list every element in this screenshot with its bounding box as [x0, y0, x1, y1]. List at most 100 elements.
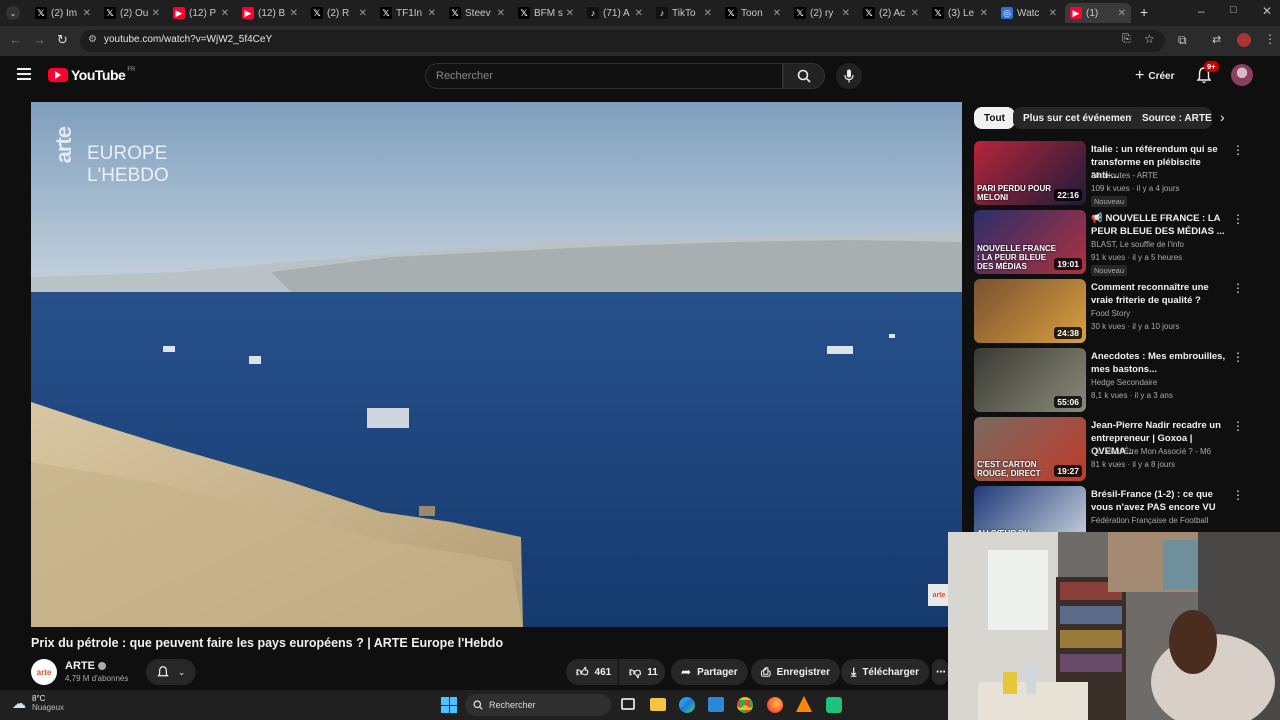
video-thumbnail[interactable]: 24:38 — [974, 279, 1086, 343]
more-actions-button[interactable]: ⋯ — [932, 659, 948, 685]
like-button[interactable]: 👍︎ 461 — [566, 659, 618, 685]
video-thumbnail[interactable]: PARI PERDU POUR MELONI 22:16 — [974, 141, 1086, 205]
guide-menu-icon[interactable] — [17, 68, 31, 80]
browser-tab[interactable]: 𝕏 Steev ✕ — [444, 3, 510, 23]
close-tab-icon[interactable]: ✕ — [1118, 8, 1126, 19]
close-tab-icon[interactable]: ✕ — [152, 8, 160, 19]
browser-tab[interactable]: ♪ TikTo ✕ — [651, 3, 717, 23]
channel-avatar[interactable]: arte — [31, 659, 57, 685]
close-tab-icon[interactable]: ✕ — [773, 8, 781, 19]
install-app-icon[interactable]: ⎘ — [1122, 33, 1131, 46]
youtube-logo[interactable]: YouTube FR — [48, 67, 135, 83]
close-tab-icon[interactable]: ✕ — [83, 8, 91, 19]
recommendation-item[interactable]: 24:38 Comment reconnaître une vraie frite… — [974, 279, 1249, 343]
video-thumbnail[interactable]: C'EST CARTON ROUGE, DIRECT 19:27 — [974, 417, 1086, 481]
search-button[interactable] — [783, 63, 825, 89]
notifications-button[interactable]: 9+ — [1196, 61, 1219, 89]
file-explorer-icon[interactable] — [650, 698, 666, 711]
close-tab-icon[interactable]: ✕ — [635, 8, 643, 19]
store-icon[interactable] — [708, 697, 724, 712]
browser-tab[interactable]: 𝕏 (3) Le ✕ — [927, 3, 993, 23]
chrome-icon[interactable] — [737, 697, 753, 713]
edge-icon[interactable] — [679, 697, 695, 713]
back-icon[interactable]: ← — [9, 32, 22, 47]
recommendation-item[interactable]: 55:06 Anecdotes : Mes embrouilles, mes ba… — [974, 348, 1249, 412]
recommendation-item[interactable]: PARI PERDU POUR MELONI 22:16 Italie : un r… — [974, 141, 1249, 207]
forward-icon[interactable]: → — [33, 32, 46, 47]
recommendation-item[interactable]: C'EST CARTON ROUGE, DIRECT 19:27 Jean-Pier… — [974, 417, 1249, 481]
close-tab-icon[interactable]: ✕ — [980, 8, 988, 19]
browser-tab[interactable]: ▶ (12) B ✕ — [237, 3, 303, 23]
taskbar-search[interactable]: Rechercher — [465, 694, 611, 716]
browser-tab[interactable]: 𝕏 TF1In ✕ — [375, 3, 441, 23]
browser-tab[interactable]: 𝕏 (2) Ac ✕ — [858, 3, 924, 23]
browser-tab[interactable]: 𝕏 (2) R ✕ — [306, 3, 372, 23]
weather-widget[interactable]: ☁ 8°C Nuageux — [12, 694, 64, 712]
more-options-icon[interactable]: ⋮ — [1232, 350, 1244, 364]
more-options-icon[interactable]: ⋮ — [1232, 419, 1244, 433]
more-options-icon[interactable]: ⋮ — [1232, 212, 1244, 226]
close-tab-icon[interactable]: ✕ — [842, 8, 850, 19]
account-avatar[interactable] — [1231, 64, 1253, 86]
browser-tab[interactable]: ◎ Watc ✕ — [996, 3, 1062, 23]
new-tab-button[interactable]: + — [1140, 4, 1148, 20]
tab-search-icon[interactable]: ⇄ — [1212, 33, 1221, 46]
video-player[interactable]: arte EUROPE L'HEBDO arte — [31, 102, 962, 627]
close-window-button[interactable]: ✕ — [1262, 4, 1272, 18]
maximize-button[interactable]: □ — [1230, 4, 1237, 16]
more-options-icon[interactable]: ⋮ — [1232, 281, 1244, 295]
more-options-icon[interactable]: ⋮ — [1232, 143, 1244, 157]
video-title[interactable]: Anecdotes : Mes embrouilles, mes bastons… — [1091, 350, 1226, 376]
chip-more-on-event[interactable]: Plus sur cet événement — [1013, 107, 1145, 129]
video-title[interactable]: Brésil-France (1-2) : ce que vous n'avez… — [1091, 488, 1226, 514]
search-box[interactable]: Rechercher — [425, 63, 783, 89]
site-info-icon[interactable]: ⚙ — [88, 34, 97, 45]
voice-search-button[interactable] — [836, 63, 862, 89]
video-title[interactable]: Comment reconnaître une vraie friterie d… — [1091, 281, 1226, 307]
address-bar[interactable]: ⚙ youtube.com/watch?v=WjW2_5f4CeY ⎘ ☆ — [80, 30, 1165, 52]
bookmark-star-icon[interactable]: ☆ — [1144, 32, 1155, 46]
tab-list-dropdown-icon[interactable]: ⌄ — [6, 6, 20, 20]
dislike-button[interactable]: 👎︎ 11 — [619, 659, 665, 685]
subscription-notifications-button[interactable]: ⌄ — [146, 659, 196, 685]
browser-tab[interactable]: ▶ (12) P ✕ — [168, 3, 234, 23]
share-button[interactable]: ➦ Partager — [671, 659, 748, 685]
chip-all[interactable]: Tout — [974, 107, 1015, 129]
minimize-button[interactable]: – — [1198, 4, 1205, 18]
reload-icon[interactable]: ↻ — [57, 32, 68, 48]
browser-tab[interactable]: ▶ (1) ✕ — [1065, 3, 1131, 23]
profile-avatar[interactable] — [1237, 33, 1251, 47]
close-tab-icon[interactable]: ✕ — [428, 8, 436, 19]
browser-tab[interactable]: ♪ (71) A ✕ — [582, 3, 648, 23]
close-tab-icon[interactable]: ✕ — [221, 8, 229, 19]
create-button[interactable]: + Créer — [1125, 63, 1185, 89]
chevron-right-icon[interactable]: › — [1220, 109, 1225, 125]
close-tab-icon[interactable]: ✕ — [566, 8, 574, 19]
close-tab-icon[interactable]: ✕ — [704, 8, 712, 19]
browser-tab[interactable]: 𝕏 BFM s ✕ — [513, 3, 579, 23]
close-tab-icon[interactable]: ✕ — [497, 8, 505, 19]
close-tab-icon[interactable]: ✕ — [359, 8, 367, 19]
browser-tab[interactable]: 𝕏 Toon ✕ — [720, 3, 786, 23]
close-tab-icon[interactable]: ✕ — [290, 8, 298, 19]
download-button[interactable]: ⤓ Télécharger — [841, 659, 930, 685]
firefox-icon[interactable] — [767, 697, 783, 713]
video-thumbnail[interactable]: 55:06 — [974, 348, 1086, 412]
video-title[interactable]: 📢 NOUVELLE FRANCE : LA PEUR BLEUE DES MÉ… — [1091, 212, 1226, 238]
chip-source-arte[interactable]: Source : ARTE — [1132, 107, 1212, 129]
vlc-icon[interactable] — [796, 696, 812, 712]
close-tab-icon[interactable]: ✕ — [1049, 8, 1057, 19]
browser-tab[interactable]: 𝕏 (2) Ou ✕ — [99, 3, 165, 23]
extensions-icon[interactable]: ⧉ — [1178, 33, 1187, 48]
task-view-icon[interactable] — [621, 698, 635, 710]
recommendation-item[interactable]: NOUVELLE FRANCE : LA PEUR BLEUE DES MÉDI… — [974, 210, 1249, 276]
channel-name[interactable]: ARTE — [65, 660, 95, 672]
close-tab-icon[interactable]: ✕ — [911, 8, 919, 19]
save-button[interactable]: ⎙ Enregistrer — [751, 659, 840, 685]
windows-start-icon[interactable] — [441, 697, 457, 713]
browser-tab[interactable]: 𝕏 (2) ry ✕ — [789, 3, 855, 23]
more-options-icon[interactable]: ⋮ — [1232, 488, 1244, 502]
video-thumbnail[interactable]: NOUVELLE FRANCE : LA PEUR BLEUE DES MÉDI… — [974, 210, 1086, 274]
app-icon[interactable] — [826, 697, 842, 713]
browser-menu-icon[interactable]: ⋮ — [1264, 32, 1276, 46]
